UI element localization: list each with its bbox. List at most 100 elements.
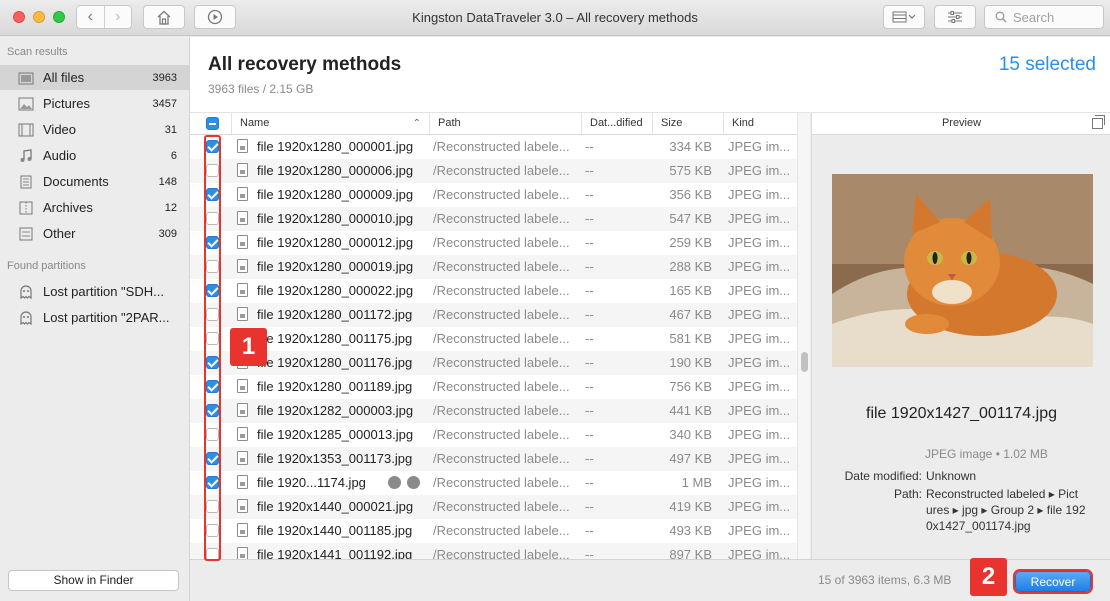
table-row[interactable]: file 1920x1280_001175.jpg/Reconstructed … [190,327,797,351]
found-partitions-title: Found partitions [7,260,86,272]
table-row[interactable]: file 1920x1280_000022.jpg/Reconstructed … [190,279,797,303]
jpeg-file-icon [237,475,248,489]
step-badge-1: 1 [230,328,267,366]
file-kind: JPEG im... [728,475,791,490]
table-row[interactable]: file 1920x1285_000013.jpg/Reconstructed … [190,423,797,447]
jpeg-file-icon [237,163,248,177]
file-path: /Reconstructed labele... [433,187,570,202]
jpeg-file-icon [237,187,248,201]
file-path: /Reconstructed labele... [433,163,570,178]
search-icon [995,11,1007,23]
view-options-button[interactable] [883,5,925,29]
table-row[interactable]: file 1920x1280_000009.jpg/Reconstructed … [190,183,797,207]
jpeg-file-icon [237,451,248,465]
file-kind: JPEG im... [728,211,791,226]
sidebar-item-partition-1[interactable]: Lost partition "SDH... [0,279,189,304]
table-header: Name ⌃ Path Dat...dified Size Kind [190,113,797,135]
filter-settings-button[interactable] [934,5,976,29]
sidebar-item-other[interactable]: Other 309 [0,221,189,246]
file-kind: JPEG im... [728,235,791,250]
date-modified: -- [585,259,594,274]
file-kind: JPEG im... [728,403,791,418]
sidebar-item-label: Lost partition "2PAR... [43,310,170,325]
file-name: file 1920x1280_000009.jpg [257,187,414,202]
picture-icon [17,96,35,112]
file-kind: JPEG im... [728,379,791,394]
select-all-checkbox[interactable] [206,117,219,130]
sidebar-item-archives[interactable]: Archives 12 [0,195,189,220]
table-row[interactable]: file 1920x1441_001192.jpg/Reconstructed … [190,543,797,559]
sidebar-item-video[interactable]: Video 31 [0,117,189,142]
table-row[interactable]: file 1920x1353_001173.jpg/Reconstructed … [190,447,797,471]
file-kind: JPEG im... [728,139,791,154]
sidebar-item-label: Pictures [43,96,90,111]
file-name: file 1920x1280_001189.jpg [257,379,413,394]
page-title: All recovery methods [208,54,402,75]
table-row[interactable]: file 1920x1280_000010.jpg/Reconstructed … [190,207,797,231]
sidebar-item-label: Video [43,122,77,137]
ghost-icon [17,310,35,326]
column-header-size[interactable]: Size [652,113,723,134]
archive-icon [17,200,35,216]
eye-icon[interactable] [388,476,401,489]
copy-icon[interactable] [1092,115,1105,129]
date-modified: -- [585,427,594,442]
table-row[interactable]: file 1920x1280_000006.jpg/Reconstructed … [190,159,797,183]
date-modified: -- [585,523,594,538]
file-kind: JPEG im... [728,355,791,370]
sidebar-item-audio[interactable]: Audio 6 [0,143,189,168]
file-name: file 1920x1280_000010.jpg [257,211,414,226]
magnifier-icon[interactable] [407,476,420,489]
sidebar-item-documents[interactable]: Documents 148 [0,169,189,194]
film-icon [17,122,35,138]
file-kind: JPEG im... [728,187,791,202]
date-modified: -- [585,235,594,250]
table-row[interactable]: file 1920x1280_001172.jpg/Reconstructed … [190,303,797,327]
file-size: 259 KB [669,235,712,250]
sidebar-item-all-files[interactable]: All files 3963 [0,65,189,90]
sidebar-item-pictures[interactable]: Pictures 3457 [0,91,189,116]
column-header-kind[interactable]: Kind [723,113,797,134]
file-size: 334 KB [669,139,712,154]
sliders-icon [948,11,962,23]
file-path: /Reconstructed labele... [433,499,570,514]
vertical-scrollbar[interactable] [797,113,810,559]
file-name: file 1920x1280_001175.jpg [257,331,413,346]
table-row[interactable]: file 1920x1280_000019.jpg/Reconstructed … [190,255,797,279]
table-row[interactable]: file 1920x1280_000012.jpg/Reconstructed … [190,231,797,255]
file-size: 547 KB [669,211,712,226]
table-row[interactable]: file 1920x1280_001176.jpg/Reconstructed … [190,351,797,375]
file-kind: JPEG im... [728,451,791,466]
table-row[interactable]: file 1920...1174.jpg/Reconstructed label… [190,471,797,495]
date-modified: -- [585,331,594,346]
file-size: 897 KB [669,547,712,559]
file-name: file 1920x1280_000012.jpg [257,235,414,250]
column-header-name[interactable]: Name ⌃ [231,113,429,134]
column-header-date-modified[interactable]: Dat...dified [581,113,652,134]
sidebar-item-label: Other [43,226,76,241]
search-field[interactable]: Search [984,5,1104,29]
table-row[interactable]: file 1920x1440_000021.jpg/Reconstructed … [190,495,797,519]
preview-header: Preview [812,113,1110,135]
table-row[interactable]: file 1920x1440_001185.jpg/Reconstructed … [190,519,797,543]
sidebar-item-label: Documents [43,174,109,189]
jpeg-file-icon [237,403,248,417]
date-modified: -- [585,163,594,178]
show-in-finder-button[interactable]: Show in Finder [8,570,179,591]
preview-kind-size: JPEG image • 1.02 MB [925,447,1048,461]
file-path: /Reconstructed labele... [433,427,570,442]
file-path: /Reconstructed labele... [433,451,570,466]
table-row[interactable]: file 1920x1280_001189.jpg/Reconstructed … [190,375,797,399]
column-header-path[interactable]: Path [429,113,581,134]
recover-button[interactable]: Recover [1015,571,1091,592]
scrollbar-thumb[interactable] [801,352,808,372]
table-row[interactable]: file 1920x1282_000003.jpg/Reconstructed … [190,399,797,423]
jpeg-file-icon [237,139,248,153]
selected-count[interactable]: 15 selected [999,54,1096,76]
file-path: /Reconstructed labele... [433,283,570,298]
sidebar-item-partition-2[interactable]: Lost partition "2PAR... [0,305,189,330]
table-row[interactable]: file 1920x1280_000001.jpg/Reconstructed … [190,135,797,159]
file-name: file 1920x1282_000003.jpg [257,403,414,418]
sidebar-item-label: All files [43,70,85,85]
sort-ascending-icon: ⌃ [412,118,421,129]
